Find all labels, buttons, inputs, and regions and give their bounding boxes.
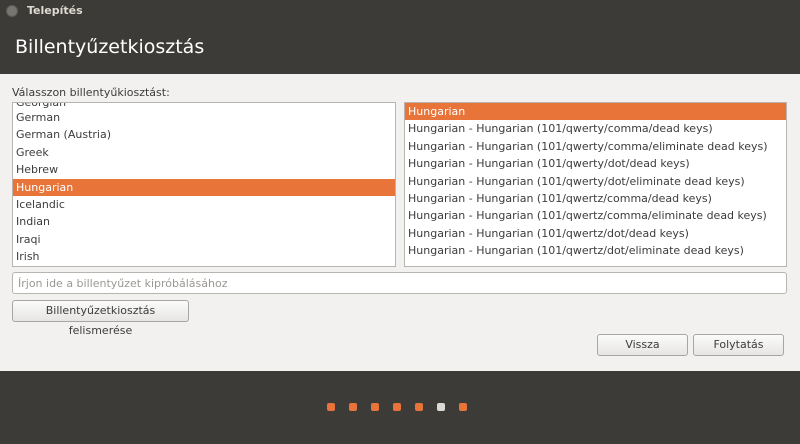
list-item[interactable]: Hebrew	[13, 161, 395, 178]
list-item[interactable]: German	[13, 109, 395, 126]
list-item[interactable]: Irish	[13, 248, 395, 265]
step-indicator	[327, 403, 467, 411]
step-dot	[327, 403, 335, 411]
back-button[interactable]: Vissza	[597, 334, 688, 356]
layout-prompt-label: Válasszon billentyűkiosztást:	[12, 86, 170, 99]
continue-button[interactable]: Folytatás	[693, 334, 784, 356]
list-item[interactable]: Iraqi	[13, 231, 395, 248]
layout-list[interactable]: Georgian GermanGerman (Austria)GreekHebr…	[12, 102, 396, 267]
window-titlebar: Telepítés	[0, 0, 800, 22]
list-item[interactable]: Hungarian - Hungarian (101/qwertz/dot/el…	[405, 242, 786, 259]
list-item[interactable]: Hungarian	[405, 103, 786, 121]
step-dot	[459, 403, 467, 411]
page-header: Billentyűzetkiosztás	[0, 22, 800, 74]
step-dot	[415, 403, 423, 411]
list-item-partial[interactable]: Hungarian - Hungarian (102/qwertz/comma/…	[405, 260, 786, 264]
list-item[interactable]: Hungarian - Hungarian (101/qwertz/comma/…	[405, 190, 786, 207]
window-title: Telepítés	[27, 4, 83, 17]
list-item[interactable]: Greek	[13, 144, 395, 161]
progress-footer	[0, 371, 800, 444]
close-icon[interactable]	[6, 5, 18, 17]
list-item[interactable]: Hungarian - Hungarian (101/qwerty/dot/de…	[405, 155, 786, 172]
page-title: Billentyűzetkiosztás	[15, 36, 205, 58]
list-item[interactable]: Hungarian - Hungarian (101/qwertz/comma/…	[405, 207, 786, 224]
list-item[interactable]: Icelandic	[13, 196, 395, 213]
keyboard-test-input[interactable]	[12, 272, 787, 294]
step-dot	[371, 403, 379, 411]
list-item[interactable]: Hungarian - Hungarian (101/qwerty/comma/…	[405, 120, 786, 137]
step-dot	[349, 403, 357, 411]
list-item[interactable]: German (Austria)	[13, 126, 395, 143]
list-item[interactable]: Hungarian	[13, 178, 395, 196]
list-item[interactable]: Hungarian - Hungarian (101/qwerty/dot/el…	[405, 173, 786, 190]
step-dot	[437, 403, 445, 411]
detect-layout-button[interactable]: Billentyűzetkiosztás felismerése	[12, 300, 189, 337]
list-item[interactable]: Indian	[13, 213, 395, 230]
list-item[interactable]: Hungarian - Hungarian (101/qwerty/comma/…	[405, 138, 786, 155]
step-dot	[393, 403, 401, 411]
variant-list[interactable]: Hungarian Hungarian - Hungarian (101/qwer…	[404, 102, 787, 267]
list-item[interactable]: Hungarian - Hungarian (101/qwertz/dot/de…	[405, 225, 786, 242]
main-content: Válasszon billentyűkiosztást: Georgian G…	[0, 74, 800, 371]
